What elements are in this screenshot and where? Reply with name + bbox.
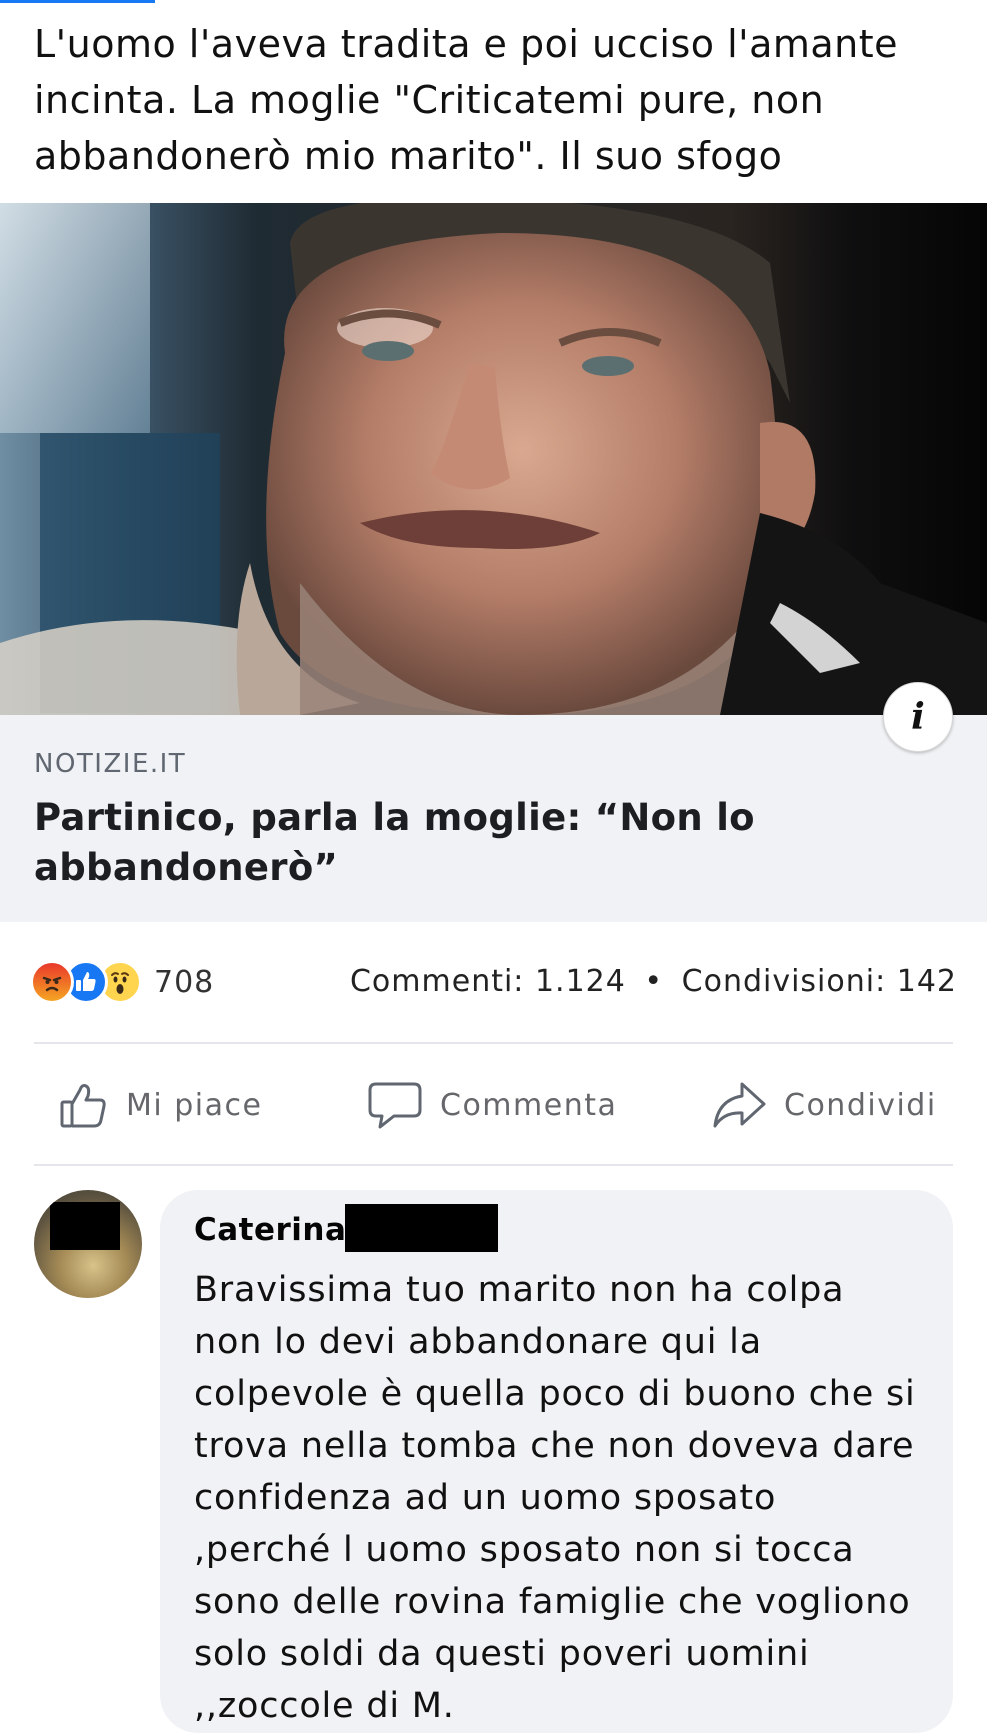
reactions-summary[interactable]: 708: [30, 958, 214, 1006]
shares-count[interactable]: Condivisioni: 142: [682, 964, 957, 999]
link-preview-card[interactable]: NOTIZIE.IT Partinico, parla la moglie: “…: [0, 715, 987, 922]
post-actions-bar: Mi piace Commenta Condividi: [0, 1070, 987, 1140]
like-label: Mi piace: [126, 1087, 263, 1123]
comment-text: Bravissima tuo marito non ha colpa non l…: [194, 1270, 916, 1726]
redaction-box: [50, 1202, 120, 1250]
engagement-counts: Commenti: 1.124 • Condivisioni: 142: [350, 964, 957, 999]
comment-author-name[interactable]: Caterina: [194, 1212, 346, 1248]
comment-button[interactable]: Commenta: [368, 1070, 617, 1140]
angry-icon: [30, 960, 74, 1004]
separator-dot: •: [644, 964, 664, 999]
like-button[interactable]: Mi piace: [58, 1070, 262, 1140]
reaction-count: 708: [154, 964, 215, 1000]
post-stats: 708 Commenti: 1.124 • Condivisioni: 142: [30, 958, 957, 1006]
link-title[interactable]: Partinico, parla la moglie: “Non lo abba…: [34, 793, 794, 893]
thumbs-up-icon: [60, 1084, 106, 1128]
comment-label: Commenta: [440, 1087, 618, 1123]
name-redaction-box: [345, 1204, 498, 1252]
comments-count[interactable]: Commenti: 1.124: [350, 964, 626, 999]
share-button[interactable]: Condividi: [712, 1070, 937, 1140]
post-text: L'uomo l'aveva tradita e poi ucciso l'am…: [34, 22, 899, 178]
commenter-avatar[interactable]: [34, 1190, 142, 1298]
share-arrow-icon: [713, 1082, 766, 1128]
info-icon[interactable]: i: [883, 682, 953, 752]
link-preview-image[interactable]: [0, 203, 987, 715]
share-label: Condividi: [784, 1087, 937, 1123]
comment-bubble-icon: [368, 1082, 422, 1129]
top-accent-bar: [0, 0, 155, 3]
divider: [34, 1042, 953, 1044]
comment-bubble: Caterina Bravissima tuo marito non ha co…: [160, 1190, 953, 1733]
divider: [34, 1164, 953, 1166]
man-portrait-photo: [0, 203, 987, 715]
link-source: NOTIZIE.IT: [34, 749, 187, 779]
